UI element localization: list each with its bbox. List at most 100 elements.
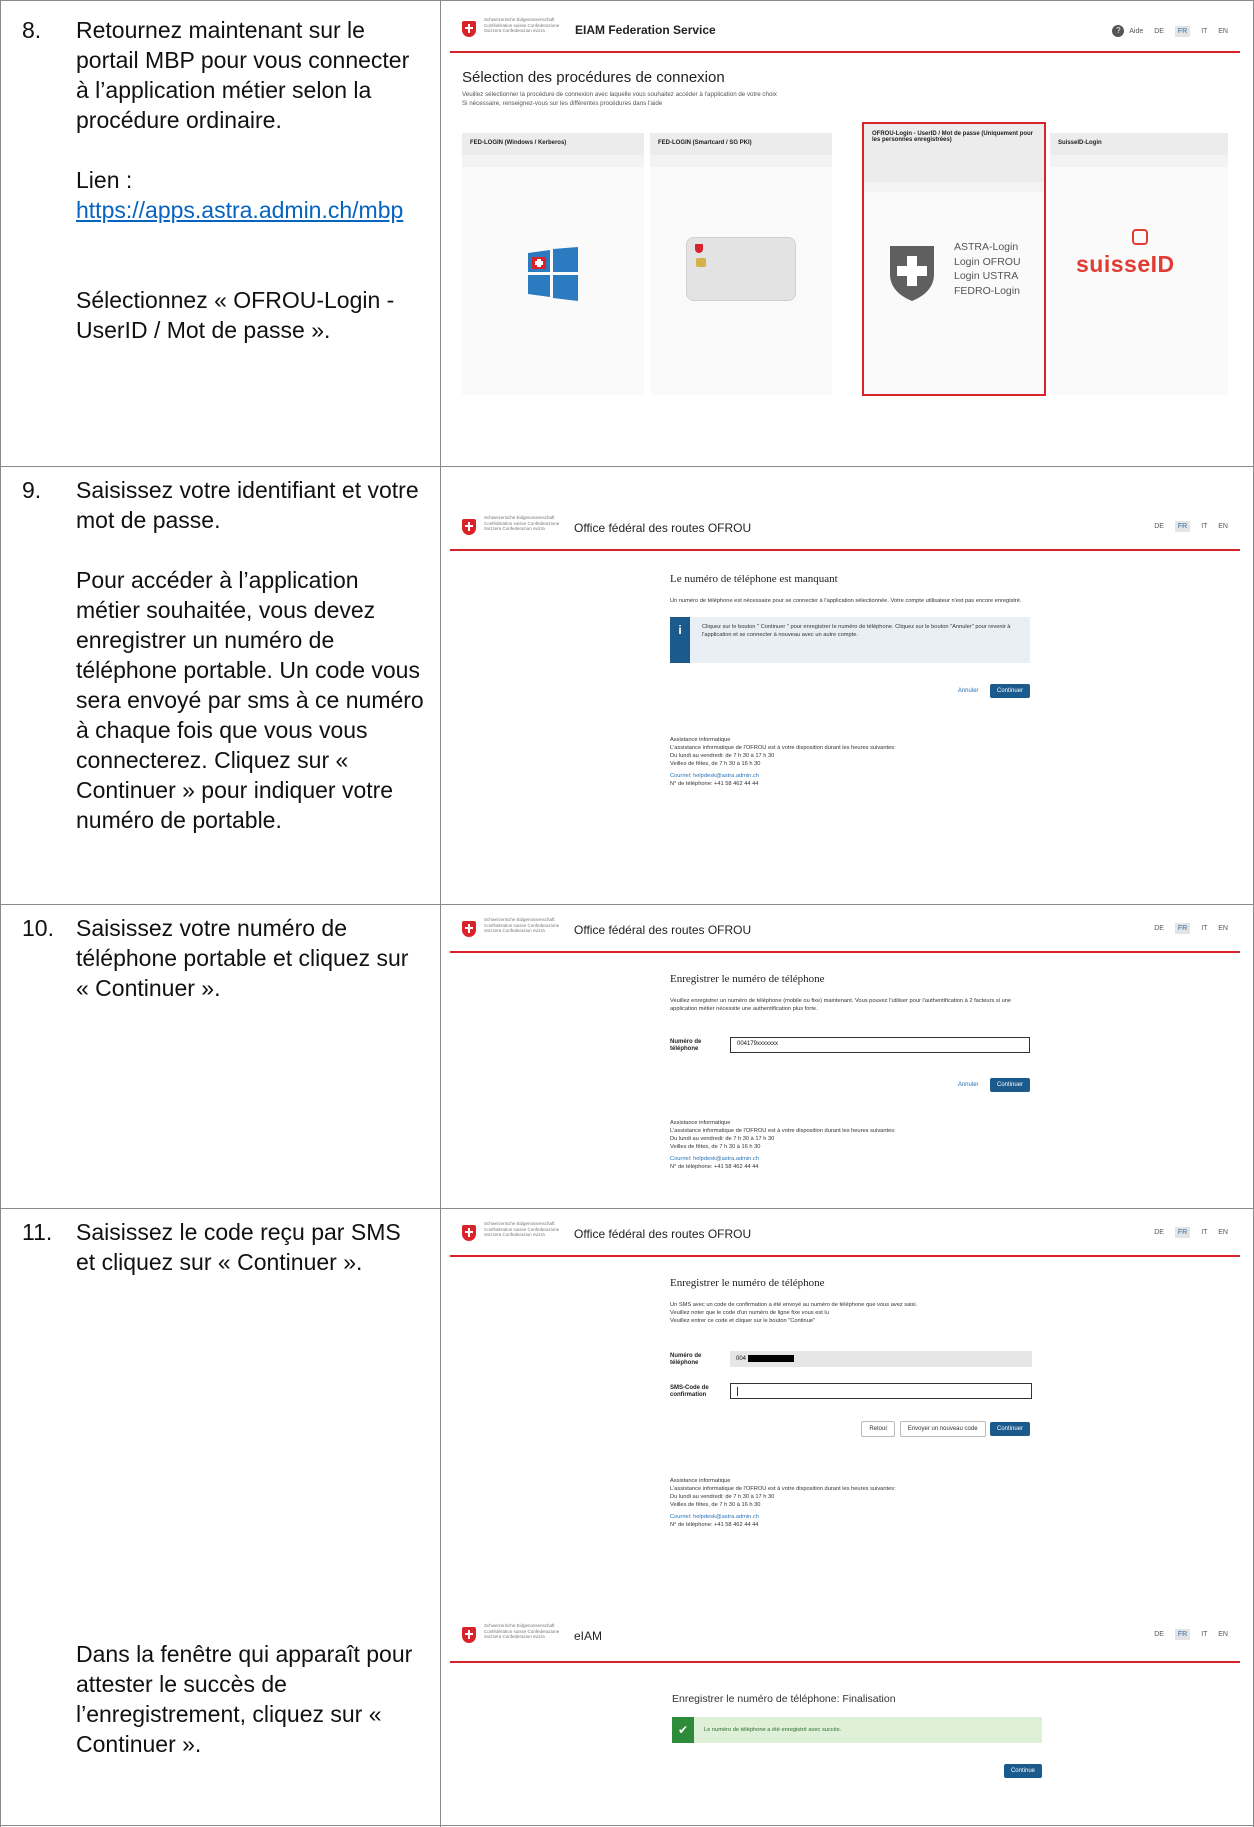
mbp-portal-link[interactable]: https://apps.astra.admin.ch/mbp (76, 195, 426, 225)
link-label: Lien : (76, 167, 133, 193)
support-block: Assistance informatique L'assistance inf… (670, 1477, 1030, 1529)
confederation-text: Schweizerische Eidgenossenschaft Confédé… (484, 1623, 560, 1639)
check-icon: ✔ (672, 1717, 694, 1743)
step-text: Retournez maintenant sur le portail MBP … (76, 15, 426, 345)
help-icon[interactable]: ? (1112, 25, 1125, 37)
login-option-smartcard[interactable]: FED-LOGIN (Smartcard / SG PKI) (650, 133, 832, 395)
language-switcher: DE FR IT EN (1145, 1227, 1228, 1238)
continue-button[interactable]: Continuer (989, 1078, 1030, 1092)
login-option-windows[interactable]: FED-LOGIN (Windows / Kerberos) (462, 133, 644, 395)
screenshot-register-phone: Schweizerische Eidgenossenschaft Confédé… (450, 909, 1240, 1205)
lang-en[interactable]: EN (1218, 28, 1228, 35)
document-page: 8. Retournez maintenant sur le portail M… (0, 0, 1254, 1827)
page-title: Sélection des procédures de connexion (462, 69, 725, 86)
step-number: 11. (22, 1219, 53, 1245)
screenshot-login-selection: Schweizerische Eidgenossenschaft Confédé… (450, 9, 1240, 459)
resend-code-button[interactable]: Envoyer un nouveau code (899, 1421, 986, 1437)
language-switcher: DE FR IT EN (1145, 521, 1228, 532)
phone-label: Numéro de téléphone (670, 1353, 702, 1366)
lang-de[interactable]: DE (1154, 28, 1164, 35)
screenshot-finalisation: Schweizerische Eidgenossenschaft Confédé… (450, 1615, 1240, 1821)
support-phone: N° de téléphone: +41 58 462 44 44 (670, 781, 759, 787)
step-line-1: Saisissez votre identifiant et votre mot… (76, 477, 419, 533)
success-alert: ✔ Le numéro de téléphone a été enregistr… (672, 1717, 1042, 1743)
lang-it[interactable]: IT (1201, 523, 1207, 530)
support-block: Assistance informatique L'assistance inf… (670, 1119, 1030, 1171)
login-option-ofrou[interactable]: OFROU-Login - UserID / Mot de passe (Uni… (862, 122, 1046, 396)
redacted-block (747, 1355, 794, 1362)
lang-fr[interactable]: FR (1174, 923, 1191, 934)
support-email-link[interactable]: Courriel: helpdesk@astra.admin.ch (670, 1155, 1030, 1163)
lang-it[interactable]: IT (1201, 28, 1207, 35)
office-title: Office fédéral des routes OFROU (574, 1227, 752, 1241)
info-box: i Cliquez sur le bouton " Continuer " po… (670, 617, 1030, 663)
step-row-8: 8. Retournez maintenant sur le portail M… (0, 0, 1254, 466)
confederation-text: Schweizerische Eidgenossenschaft Confédé… (484, 515, 560, 531)
instruction-line-2: Si nécessaire, renseignez-vous sur les d… (462, 100, 663, 107)
app-title: eIAM (574, 1629, 603, 1643)
office-title: Office fédéral des routes OFROU (574, 521, 752, 535)
finalisation-panel: Enregistrer le numéro de téléphone: Fina… (672, 1693, 1042, 1778)
card-title: SuisseID-Login (1050, 133, 1228, 155)
phone-input[interactable]: 004179xxxxxxx (730, 1037, 1030, 1053)
lang-de[interactable]: DE (1154, 1229, 1164, 1236)
swiss-flag-icon (462, 921, 476, 937)
lang-fr[interactable]: FR (1174, 1227, 1191, 1238)
support-email-link[interactable]: Courriel: helpdesk@astra.admin.ch (670, 772, 1030, 780)
sms-code-input[interactable] (730, 1383, 1032, 1399)
success-text: Le numéro de téléphone a été enregistré … (704, 1727, 842, 1733)
ofrou-header: Schweizerische Eidgenossenschaft Confédé… (450, 507, 1240, 551)
panel-heading: Enregistrer le numéro de téléphone (670, 1277, 825, 1289)
step-number: 9. (22, 477, 42, 503)
step-number: 8. (22, 17, 42, 43)
ofrou-header: Schweizerische Eidgenossenschaft Confédé… (450, 909, 1240, 953)
lang-it[interactable]: IT (1201, 1229, 1207, 1236)
swiss-shield-icon (890, 246, 934, 301)
cancel-button[interactable]: Annuler (951, 1078, 986, 1092)
card-title: OFROU-Login - UserID / Mot de passe (Uni… (864, 124, 1044, 182)
lang-it[interactable]: IT (1201, 925, 1207, 932)
back-button[interactable]: Retour (861, 1421, 896, 1437)
login-option-suisseid[interactable]: SuisseID-Login suisseID (1050, 133, 1228, 395)
language-switcher: ? Aide DE FR IT EN (1103, 25, 1228, 37)
lang-fr[interactable]: FR (1174, 521, 1191, 532)
swiss-flag-icon (462, 1225, 476, 1241)
lang-en[interactable]: EN (1218, 1631, 1228, 1638)
lang-en[interactable]: EN (1218, 925, 1228, 932)
ofrou-header: Schweizerische Eidgenossenschaft Confédé… (450, 1213, 1240, 1257)
app-title: EIAM Federation Service (575, 23, 716, 37)
screenshot-phone-missing: Schweizerische Eidgenossenschaft Confédé… (450, 507, 1240, 887)
lang-fr[interactable]: FR (1174, 25, 1191, 37)
step-row-11: 11. Saisissez le code reçu par SMS et cl… (0, 1208, 1254, 1826)
step-text: Saisissez votre identifiant et votre mot… (76, 475, 426, 835)
lang-de[interactable]: DE (1154, 925, 1164, 932)
info-text: Cliquez sur le bouton " Continuer " pour… (702, 624, 1011, 638)
continue-button[interactable]: Continuer (989, 684, 1030, 698)
card-title: FED-LOGIN (Windows / Kerberos) (462, 133, 644, 155)
cancel-button[interactable]: Annuler (951, 684, 986, 698)
lang-de[interactable]: DE (1154, 523, 1164, 530)
suisseid-chip-icon (1132, 229, 1148, 245)
lang-en[interactable]: EN (1218, 523, 1228, 530)
confederation-text: Schweizerische Eidgenossenschaft Confédé… (484, 917, 560, 933)
lang-de[interactable]: DE (1154, 1631, 1164, 1638)
lang-fr[interactable]: FR (1174, 1629, 1191, 1640)
support-block: Assistance informatique L'assistance inf… (670, 736, 1030, 788)
lang-it[interactable]: IT (1201, 1631, 1207, 1638)
step-text: Saisissez le code reçu par SMS et clique… (76, 1219, 401, 1275)
language-switcher: DE FR IT EN (1145, 1629, 1228, 1640)
windows-icon (528, 247, 578, 301)
support-email-link[interactable]: Courriel: helpdesk@astra.admin.ch (670, 1513, 1030, 1521)
swiss-flag-icon (462, 1627, 476, 1643)
swiss-flag-icon (462, 519, 476, 535)
step-line-2: Pour accéder à l’application métier souh… (76, 567, 424, 833)
panel-text: Un SMS avec un code de confirmation a ét… (670, 1302, 918, 1324)
continue-button[interactable]: Continuer (989, 1422, 1030, 1436)
help-link[interactable]: Aide (1129, 28, 1143, 35)
lang-en[interactable]: EN (1218, 1229, 1228, 1236)
eiam-header: Schweizerische Eidgenossenschaft Confédé… (450, 1615, 1240, 1663)
continue-button[interactable]: Continue (1003, 1764, 1042, 1778)
office-title: Office fédéral des routes OFROU (574, 923, 752, 937)
language-switcher: DE FR IT EN (1145, 923, 1228, 934)
panel-heading: Enregistrer le numéro de téléphone (670, 973, 825, 985)
